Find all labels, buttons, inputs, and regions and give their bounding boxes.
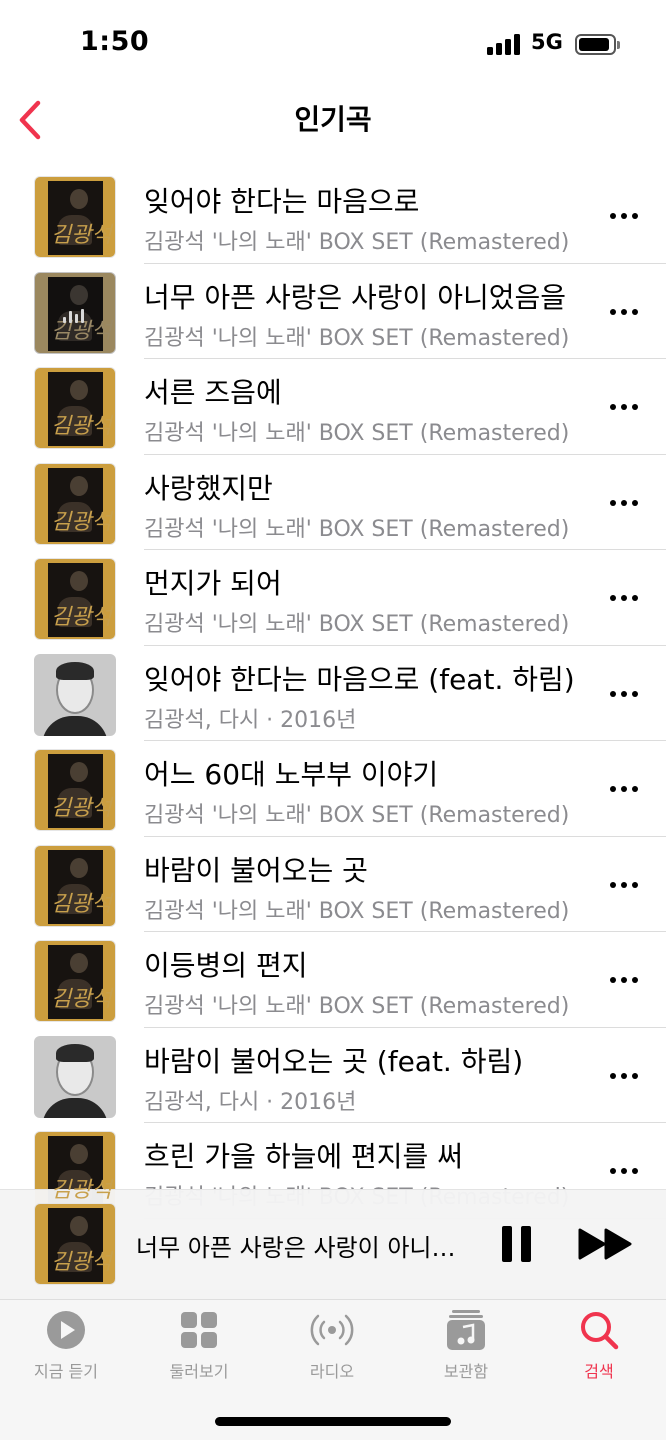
tab-bar: 지금 듣기 둘러보기 라디오 보관함 검색 [0,1299,666,1440]
more-options-icon[interactable] [604,586,644,610]
tab-label: 보관함 [443,1362,489,1381]
grid-icon [181,1312,217,1348]
search-icon [581,1312,619,1350]
album-artwork: 김광석 [34,558,116,640]
song-subtitle: 김광석, 다시 · 2016년 [144,707,357,733]
more-options-icon[interactable] [604,873,644,897]
more-options-icon[interactable] [604,1064,644,1088]
more-options-icon[interactable] [604,300,644,324]
tab-browse[interactable]: 둘러보기 [144,1308,254,1388]
song-subtitle: 김광석 '나의 노래' BOX SET (Remastered) [144,803,570,828]
now-playing-indicator-icon [63,308,89,323]
song-title: 사랑했지만 [144,471,273,505]
nav-bar: 인기곡 [0,90,666,150]
tab-search[interactable]: 검색 [544,1308,654,1388]
tab-library[interactable]: 보관함 [411,1308,521,1388]
song-subtitle: 김광석 '나의 노래' BOX SET (Remastered) [144,230,570,255]
song-subtitle: 김광석 '나의 노래' BOX SET (Remastered) [144,325,570,351]
more-options-icon[interactable] [604,968,644,992]
pause-button[interactable] [500,1226,534,1262]
album-artwork: 김광석 [34,462,116,545]
song-row[interactable]: 김광석 너무 아픈 사랑은 사랑이 아니었음을김광석 '나의 노래' BOX SE… [0,264,666,359]
song-row[interactable]: 김광석 사랑했지만김광석 '나의 노래' BOX SET (Remastered) [0,455,666,550]
signal-icon [487,33,521,55]
battery-icon [575,34,620,55]
album-artwork: 김광석 [34,367,116,449]
song-row[interactable]: 김광석 잊어야 한다는 마음으로김광석 '나의 노래' BOX SET (Rema… [0,168,666,264]
song-row[interactable]: 김광석 먼지가 되어김광석 '나의 노래' BOX SET (Remastered… [0,550,666,646]
song-title: 먼지가 되어 [144,567,282,600]
song-title: 잊어야 한다는 마음으로 [144,185,420,218]
now-playing-artwork: 김광석 [34,1203,116,1285]
song-title: 흐린 가을 하늘에 편지를 써 [144,1140,463,1173]
music-library-icon [447,1310,485,1350]
more-options-icon[interactable] [604,204,644,228]
tab-radio[interactable]: 라디오 [277,1308,387,1388]
more-options-icon[interactable] [604,777,644,801]
tab-label: 둘러보기 [169,1362,229,1381]
status-time: 1:50 [80,26,150,57]
song-title: 이등병의 편지 [144,949,308,982]
more-options-icon[interactable] [604,395,644,419]
radio-waves-icon [310,1314,354,1346]
song-list: 김광석 잊어야 한다는 마음으로김광석 '나의 노래' BOX SET (Rema… [0,168,666,1219]
song-subtitle: 김광석 '나의 노래' BOX SET (Remastered) [144,612,570,637]
tab-label: 검색 [584,1362,614,1381]
more-options-icon[interactable] [604,1159,644,1183]
song-row[interactable]: 김광석 이등병의 편지김광석 '나의 노래' BOX SET (Remastere… [0,932,666,1028]
album-artwork: 김광석 [34,271,116,354]
song-subtitle: 김광석 '나의 노래' BOX SET (Remastered) [144,994,570,1019]
album-artwork: 김광석 [34,844,116,927]
more-options-icon[interactable] [604,491,644,515]
song-row[interactable]: 바람이 불어오는 곳 (feat. 하림) 김광석, 다시 · 2016년 [0,1028,666,1123]
mini-player[interactable]: 김광석 너무 아픈 사랑은 사랑이 아니었음을 [0,1189,666,1299]
play-circle-icon [47,1311,85,1349]
song-row[interactable]: 김광석 서른 즈음에김광석 '나의 노래' BOX SET (Remastered… [0,359,666,455]
tab-label: 지금 듣기 [34,1362,98,1381]
song-title: 너무 아픈 사랑은 사랑이 아니었음을 [144,280,567,314]
song-row[interactable]: 김광석 바람이 불어오는 곳김광석 '나의 노래' BOX SET (Remast… [0,837,666,932]
song-title: 어느 60대 노부부 이야기 [144,758,439,791]
song-subtitle: 김광석 '나의 노래' BOX SET (Remastered) [144,421,570,446]
album-artwork: 김광석 [34,176,116,258]
song-title: 잊어야 한다는 마음으로 (feat. 하림) [144,662,575,696]
song-subtitle: 김광석 '나의 노래' BOX SET (Remastered) [144,516,570,542]
now-playing-title: 너무 아픈 사랑은 사랑이 아니었음을 [136,1234,476,1262]
song-title: 바람이 불어오는 곳 (feat. 하림) [144,1044,524,1078]
song-title: 서른 즈음에 [144,376,282,409]
song-title: 바람이 불어오는 곳 [144,853,368,887]
home-indicator [215,1417,451,1426]
page-title: 인기곡 [294,103,372,136]
network-type: 5G [531,30,563,54]
album-artwork [34,653,116,736]
album-artwork [34,1035,116,1118]
album-artwork: 김광석 [34,940,116,1022]
fast-forward-icon [578,1228,632,1260]
more-options-icon[interactable] [604,682,644,706]
song-row[interactable]: 김광석 어느 60대 노부부 이야기김광석 '나의 노래' BOX SET (Re… [0,741,666,837]
tab-label: 라디오 [309,1362,355,1381]
status-bar: 1:50 5G [0,0,666,90]
song-subtitle: 김광석 '나의 노래' BOX SET (Remastered) [144,898,570,924]
fast-forward-button[interactable] [578,1228,634,1260]
song-row[interactable]: 잊어야 한다는 마음으로 (feat. 하림) 김광석, 다시 · 2016년 [0,646,666,741]
song-subtitle: 김광석, 다시 · 2016년 [144,1089,357,1115]
tab-listen-now[interactable]: 지금 듣기 [11,1308,121,1388]
album-artwork: 김광석 [34,749,116,831]
